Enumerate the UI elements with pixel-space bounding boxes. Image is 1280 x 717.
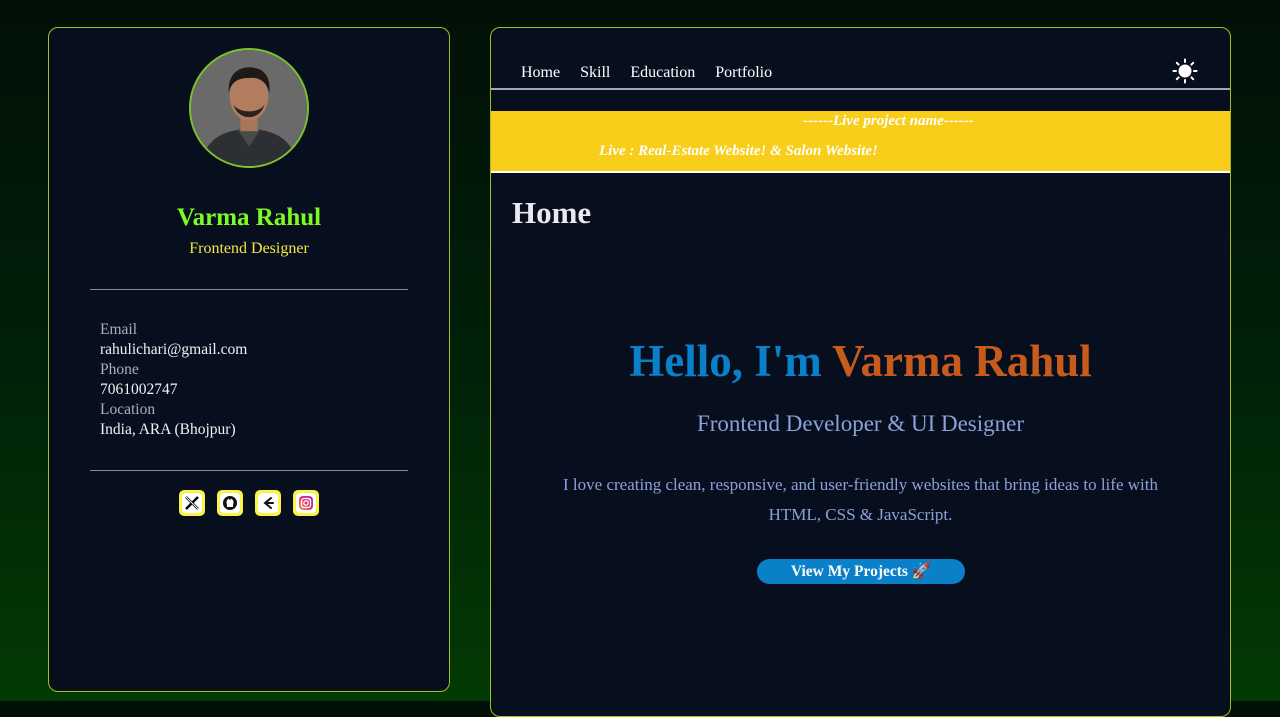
nav-divider: [491, 88, 1230, 90]
view-projects-button[interactable]: View My Projects 🚀: [757, 559, 965, 584]
nav-skill[interactable]: Skill: [580, 64, 610, 82]
github-link[interactable]: [217, 490, 243, 516]
x-icon: [182, 493, 202, 513]
divider: [90, 470, 408, 471]
leetcode-link[interactable]: [255, 490, 281, 516]
location-label: Location: [100, 401, 156, 418]
nav-portfolio[interactable]: Portfolio: [715, 64, 772, 82]
main-panel: Home Skill Education Portfolio ------Liv…: [490, 27, 1231, 717]
profile-role: Frontend Designer: [189, 240, 309, 257]
hero-subtitle: Frontend Developer & UI Designer: [696, 411, 1025, 436]
contact-info: Email rahulichari@gmail.com Phone 706100…: [100, 320, 247, 440]
nav-education[interactable]: Education: [630, 64, 695, 82]
instagram-link[interactable]: [293, 490, 319, 516]
hero-name: Varma Rahul: [832, 336, 1092, 386]
leetcode-icon: [258, 493, 278, 513]
phone-value: 7061002747: [100, 381, 178, 398]
hero-greeting: Hello, I'm: [629, 336, 833, 386]
sun-icon: [1172, 58, 1198, 84]
banner-heading: ------Live project name------: [803, 113, 974, 129]
nav-home[interactable]: Home: [521, 64, 560, 82]
live-project-banner: ------Live project name------ Live : Rea…: [491, 111, 1230, 173]
profile-name: Varma Rahul: [176, 204, 322, 231]
profile-card: Varma Rahul Frontend Designer Email rahu…: [48, 27, 450, 692]
hero-heading: Hello, I'm Varma Rahul: [491, 335, 1230, 387]
x-link[interactable]: [179, 490, 205, 516]
location-value: India, ARA (Bhojpur): [100, 421, 236, 438]
instagram-icon: [296, 493, 316, 513]
section-title: Home: [512, 195, 592, 230]
github-icon: [220, 493, 240, 513]
social-links: [49, 490, 449, 516]
top-nav: Home Skill Education Portfolio: [521, 64, 772, 82]
avatar-photo: [191, 50, 307, 166]
email-label: Email: [100, 321, 138, 338]
email-value: rahulichari@gmail.com: [100, 341, 248, 358]
theme-toggle-button[interactable]: [1172, 58, 1198, 84]
phone-label: Phone: [100, 361, 139, 378]
hero-description: I love creating clean, responsive, and u…: [563, 475, 1158, 524]
divider: [90, 289, 408, 290]
avatar: [189, 48, 309, 168]
banner-marquee-text: Live : Real-Estate Website! & Salon Webs…: [599, 143, 878, 159]
